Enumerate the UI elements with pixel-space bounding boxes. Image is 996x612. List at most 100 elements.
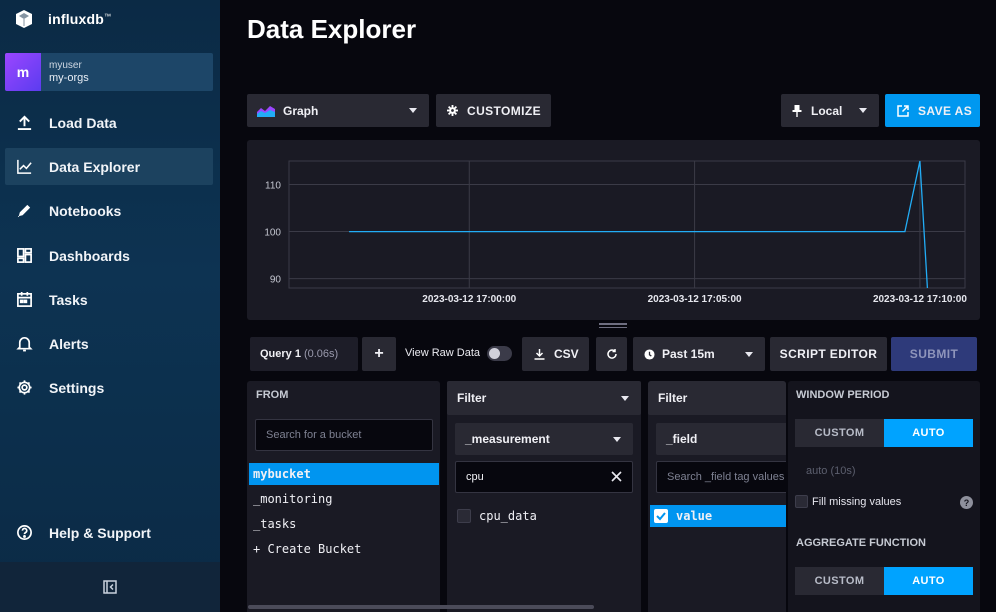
viz-type-dropdown[interactable]: Graph xyxy=(247,94,429,127)
bucket-search-input[interactable]: Search for a bucket xyxy=(255,419,433,451)
avatar: m xyxy=(5,53,41,91)
chevron-down-icon xyxy=(745,351,753,357)
graph-icon xyxy=(15,158,33,176)
save-as-label: SAVE AS xyxy=(918,103,973,118)
sidebar-item-settings[interactable]: Settings xyxy=(5,369,213,406)
fill-missing-checkbox[interactable] xyxy=(795,495,808,508)
query-tab-label: Query 1 xyxy=(260,348,301,360)
sidebar-item-label: Tasks xyxy=(49,291,88,308)
clock-icon xyxy=(644,348,655,360)
window-auto-button[interactable]: AUTO xyxy=(884,419,973,447)
tag-key-label: _field xyxy=(666,432,698,446)
csv-label: CSV xyxy=(554,347,579,361)
aggregate-auto-button[interactable]: AUTO xyxy=(884,567,973,595)
checkbox xyxy=(457,509,471,523)
x-tick-label: 2023-03-12 17:05:00 xyxy=(648,294,742,305)
sidebar-item-label: Settings xyxy=(49,379,105,396)
time-range-dropdown[interactable]: Past 15m xyxy=(633,337,765,371)
influxdb-logo-icon xyxy=(16,10,32,28)
checkbox-checked xyxy=(654,509,668,523)
y-tick-label: 110 xyxy=(265,181,281,192)
gear-icon xyxy=(447,105,458,116)
filter-panel-measurement: Filter _measurement cpu cpu_data xyxy=(447,381,641,612)
sidebar-item-label: Notebooks xyxy=(49,202,122,219)
create-bucket-button[interactable]: + Create Bucket xyxy=(249,538,439,560)
help-tooltip-icon[interactable]: ? xyxy=(960,496,973,509)
window-period-header: WINDOW PERIOD xyxy=(796,389,890,401)
org-name: my-orgs xyxy=(49,72,89,84)
from-panel: FROM Search for a bucket mybucket _monit… xyxy=(247,381,440,612)
export-icon xyxy=(897,104,909,117)
tag-value-item-value[interactable]: value xyxy=(650,505,786,527)
submit-label: SUBMIT xyxy=(909,347,959,361)
aggregate-custom-button[interactable]: CUSTOM xyxy=(795,567,884,595)
tag-key-dropdown[interactable]: _measurement xyxy=(455,423,633,455)
horizontal-scrollbar[interactable] xyxy=(248,605,594,609)
dashboard-icon xyxy=(15,247,33,265)
tag-value-search-input[interactable]: Search _field tag values xyxy=(656,461,786,493)
filter-function-dropdown[interactable]: Filter xyxy=(648,381,786,415)
sidebar-item-help[interactable]: Help & Support xyxy=(5,514,213,551)
bucket-item-monitoring[interactable]: _monitoring xyxy=(249,488,439,510)
window-custom-button[interactable]: CUSTOM xyxy=(795,419,884,447)
aggregate-toggle: CUSTOM AUTO xyxy=(795,567,973,595)
clear-icon[interactable] xyxy=(611,471,622,485)
sidebar-item-label: Help & Support xyxy=(49,524,151,541)
resize-handle[interactable] xyxy=(599,323,627,329)
graph-panel: 90 100 110 2023-03-12 17:00:00 2023-03-12 17… xyxy=(247,140,980,320)
help-icon xyxy=(15,524,33,542)
fill-missing-row[interactable]: Fill missing values xyxy=(795,495,901,508)
calendar-icon xyxy=(15,291,33,309)
x-tick-label: 2023-03-12 17:00:00 xyxy=(422,294,516,305)
window-period-toggle: CUSTOM AUTO xyxy=(795,419,973,447)
sidebar-item-load-data[interactable]: Load Data xyxy=(5,104,213,141)
filter-panel-field: Filter _field Search _field tag values v… xyxy=(648,381,786,612)
timezone-label: Local xyxy=(811,103,843,118)
auto-window-hint: auto (10s) xyxy=(806,465,856,477)
pin-icon xyxy=(792,104,802,117)
line-chart[interactable]: 90 100 110 2023-03-12 17:00:00 2023-03-12 17… xyxy=(247,140,980,320)
brand[interactable]: influxdb™ xyxy=(14,8,111,30)
time-range-label: Past 15m xyxy=(662,347,715,361)
bucket-item-mybucket[interactable]: mybucket xyxy=(249,463,439,485)
customize-button[interactable]: CUSTOMIZE xyxy=(436,94,551,127)
plus-icon: + xyxy=(374,345,384,362)
series-line xyxy=(349,160,929,288)
view-raw-toggle[interactable] xyxy=(487,346,512,361)
tag-key-label: _measurement xyxy=(465,432,550,446)
page-title: Data Explorer xyxy=(247,14,417,44)
filter-function-dropdown[interactable]: Filter xyxy=(447,381,641,415)
sidebar-item-data-explorer[interactable]: Data Explorer xyxy=(5,148,213,185)
save-as-button[interactable]: SAVE AS xyxy=(885,94,980,127)
y-tick-label: 100 xyxy=(264,228,281,239)
sidebar-item-alerts[interactable]: Alerts xyxy=(5,325,213,362)
tag-key-dropdown[interactable]: _field xyxy=(656,423,786,455)
tag-value-search-input[interactable]: cpu xyxy=(455,461,633,493)
pencil-icon xyxy=(15,202,33,220)
user-name: myuser xyxy=(49,60,82,71)
collapse-sidebar-icon[interactable] xyxy=(103,580,117,594)
bell-icon xyxy=(15,335,33,353)
tag-value-search-text: cpu xyxy=(466,471,484,483)
add-query-button[interactable]: + xyxy=(362,337,396,371)
viz-type-label: Graph xyxy=(283,103,319,118)
bucket-item-tasks[interactable]: _tasks xyxy=(249,513,439,535)
refresh-icon xyxy=(606,348,618,360)
script-editor-button[interactable]: SCRIPT EDITOR xyxy=(770,337,887,371)
customize-label: CUSTOMIZE xyxy=(467,103,542,118)
timezone-dropdown[interactable]: Local xyxy=(781,94,879,127)
tag-value-label: cpu_data xyxy=(479,509,537,523)
refresh-button[interactable] xyxy=(596,337,627,371)
query-tab[interactable]: Query 1 (0.06s) xyxy=(250,337,358,371)
y-tick-label: 90 xyxy=(270,275,282,286)
sidebar-item-dashboards[interactable]: Dashboards xyxy=(5,237,213,274)
submit-button[interactable]: SUBMIT xyxy=(891,337,977,371)
tag-value-item-cpu-data[interactable]: cpu_data xyxy=(453,505,633,527)
brand-name: influxdb™ xyxy=(48,11,112,27)
sidebar-item-tasks[interactable]: Tasks xyxy=(5,281,213,318)
tag-value-label: value xyxy=(676,509,713,523)
sidebar-item-notebooks[interactable]: Notebooks xyxy=(5,192,213,229)
csv-button[interactable]: CSV xyxy=(522,337,589,371)
user-org-switcher[interactable]: m myuser my-orgs xyxy=(5,53,213,91)
sidebar: influxdb™ m myuser my-orgs Load Data Dat… xyxy=(0,0,220,612)
